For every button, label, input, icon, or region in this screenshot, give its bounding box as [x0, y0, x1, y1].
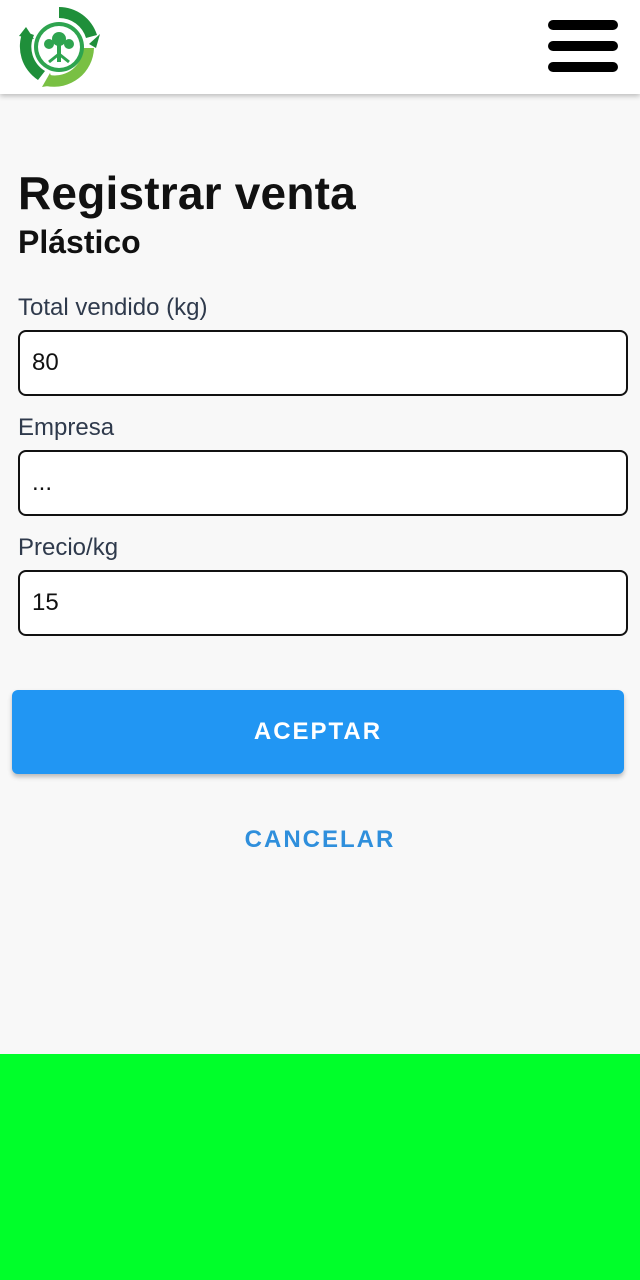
precio-kg-label: Precio/kg — [18, 534, 119, 561]
empresa-input[interactable] — [18, 450, 628, 516]
accept-button[interactable]: ACEPTAR — [12, 690, 624, 774]
total-vendido-input[interactable] — [18, 330, 628, 396]
registrar-venta-page: Registrar venta Plástico Total vendido (… — [0, 0, 640, 1280]
precio-kg-input[interactable] — [18, 570, 628, 636]
empresa-label: Empresa — [18, 414, 115, 441]
cancel-button[interactable]: CANCELAR — [200, 812, 440, 868]
top-app-bar — [0, 0, 640, 94]
recycling-tree-logo-icon[interactable] — [16, 4, 102, 90]
hamburger-menu-button[interactable] — [546, 16, 622, 76]
bottom-green-block — [0, 1054, 640, 1280]
total-vendido-label: Total vendido (kg) — [18, 294, 208, 321]
material-subtitle: Plástico — [18, 224, 141, 260]
page-title: Registrar venta — [18, 167, 356, 219]
